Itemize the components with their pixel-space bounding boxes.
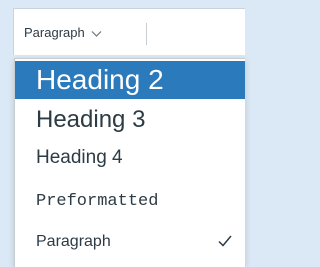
menu-item-label: Heading 2 bbox=[36, 64, 164, 95]
block-format-value: Paragraph bbox=[24, 24, 85, 40]
menu-item-label: Preformatted bbox=[36, 191, 159, 211]
menu-item-label: Heading 4 bbox=[36, 147, 123, 168]
menu-item-preformatted[interactable]: Preformatted bbox=[15, 187, 245, 215]
menu-item-label: Heading 3 bbox=[36, 105, 146, 133]
block-format-dropdown[interactable]: Paragraph bbox=[14, 9, 102, 55]
menu-item-heading-4[interactable]: Heading 4 bbox=[15, 143, 245, 173]
menu-item-heading-2[interactable]: Heading 2 bbox=[15, 61, 245, 99]
chevron-down-icon bbox=[91, 27, 102, 38]
menu-item-label: Paragraph bbox=[36, 233, 111, 250]
checkmark-icon bbox=[217, 233, 233, 249]
editor-toolbar: Paragraph bbox=[0, 0, 245, 60]
toolbar-divider bbox=[146, 23, 147, 45]
toolbar-panel: Paragraph bbox=[13, 8, 245, 55]
block-format-menu: Heading 2 Heading 3 Heading 4 Preformatt… bbox=[14, 58, 245, 267]
menu-item-heading-3[interactable]: Heading 3 bbox=[15, 102, 245, 137]
menu-item-paragraph[interactable]: Paragraph bbox=[15, 223, 245, 261]
